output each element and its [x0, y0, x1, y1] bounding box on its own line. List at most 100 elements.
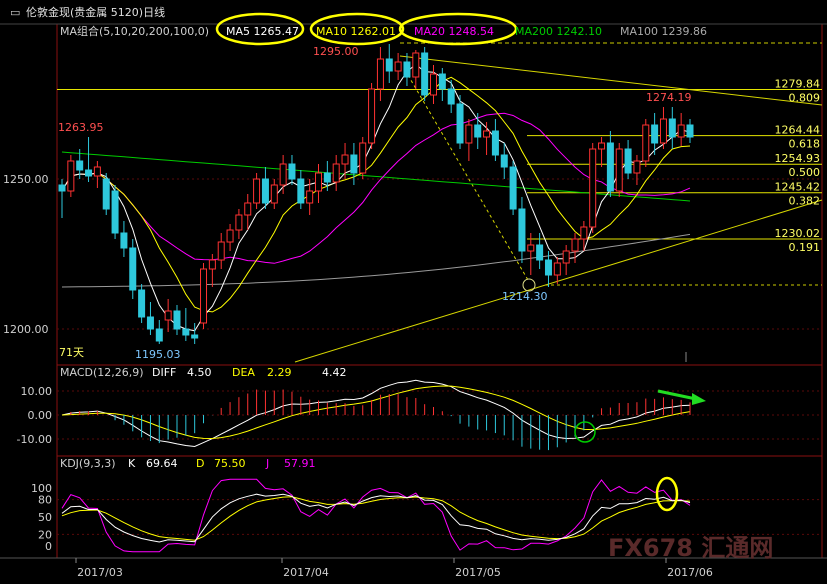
macd-diff-line	[61, 379, 691, 448]
candle-body	[544, 259, 552, 276]
macd-cross-circle	[574, 421, 596, 443]
candle-body	[668, 118, 676, 138]
candle-body	[518, 208, 526, 252]
candle-body	[217, 241, 225, 261]
down-trendline	[399, 55, 823, 106]
fib-price-label: 1264.44	[775, 124, 821, 137]
candle-body	[235, 214, 243, 231]
kdj-d-value: 75.50	[214, 457, 246, 470]
candle-body	[385, 58, 393, 72]
candle-body	[208, 259, 216, 270]
kdj-tick-label: 0	[45, 540, 52, 553]
candle-body	[85, 169, 93, 177]
price-annotation: 1214.30	[502, 290, 548, 303]
candle-body	[164, 310, 172, 321]
candle-body	[191, 334, 199, 339]
candle-body	[146, 316, 154, 330]
fib-price-label: 1254.93	[775, 152, 821, 165]
fib-price-label: 1279.84	[775, 77, 821, 90]
price-tick-label: 1250.00	[3, 173, 49, 186]
candle-body	[120, 232, 128, 249]
up-trendline	[294, 199, 823, 363]
kdj-k-value: 69.64	[146, 457, 178, 470]
kdj-j-value: 57.91	[284, 457, 316, 470]
chart-frame	[0, 23, 827, 559]
kdj-tick-label: 80	[38, 494, 52, 507]
kdj-d-line	[61, 496, 691, 541]
candle-body	[200, 268, 208, 324]
candle-body	[624, 148, 632, 174]
candle-body	[562, 250, 570, 264]
chart-border	[56, 23, 823, 559]
candle-body	[553, 262, 561, 276]
kdj-j-line	[61, 478, 691, 553]
ma200-value: MA200 1242.10	[515, 25, 602, 38]
fib-price-label: 1245.42	[775, 181, 821, 194]
macd-dea-line	[61, 385, 691, 440]
kdj-label: KDJ(9,3,3)	[60, 457, 116, 470]
candle-body	[173, 310, 181, 330]
candle-body	[368, 88, 376, 144]
candle-body	[465, 124, 473, 144]
candle-body	[394, 61, 402, 72]
candle-body	[491, 130, 499, 156]
candle-body	[474, 124, 482, 138]
macd-bar-value: 4.42	[322, 366, 347, 379]
candle-body	[111, 190, 119, 234]
candle-body	[76, 160, 84, 171]
candle-body	[323, 172, 331, 183]
x-axis-label: 2017/03	[77, 566, 123, 579]
candle-body	[261, 178, 269, 204]
candle-body	[138, 289, 146, 318]
macd-diff-label: DIFF	[152, 366, 176, 379]
fib-ratio-label: 0.382	[789, 195, 821, 208]
price-annotation: 1263.95	[58, 121, 104, 134]
price-annotation: 1195.03	[135, 348, 181, 361]
candle-body	[350, 154, 358, 174]
fib-price-label: 1230.02	[775, 227, 821, 240]
fib-ratio-label: 0.500	[789, 166, 821, 179]
kdj-tick-label: 50	[38, 511, 52, 524]
macd-dea-label: DEA	[232, 366, 255, 379]
candle-body	[536, 244, 544, 261]
candle-body	[102, 178, 110, 210]
x-axis-label: 2017/04	[283, 566, 329, 579]
candle-body	[580, 226, 588, 240]
candle-body	[677, 124, 685, 138]
candle-body	[253, 178, 261, 204]
candle-body	[341, 154, 349, 165]
chart-window: 1250.00 1200.00 1279.84 0.809 1264.44 0.618 12…	[0, 0, 827, 584]
ma20-value: MA20 1248.54	[414, 25, 494, 38]
candle-body	[376, 58, 384, 90]
price-tick-label: 1200.00	[3, 323, 49, 336]
candle-body	[155, 328, 163, 342]
candle-body	[182, 328, 190, 336]
candle-body	[279, 163, 287, 186]
chart-title: 伦敦金现(贵金属 5120)日线	[26, 5, 165, 19]
background-layer	[57, 42, 823, 563]
price-chart[interactable]: 1250.001200.001279.840.8091264.440.61812…	[0, 0, 827, 584]
candle-body	[527, 244, 535, 252]
candle-body	[93, 166, 101, 177]
macd-tick-label: 0.00	[28, 409, 53, 422]
macd-dea-value: 2.29	[267, 366, 292, 379]
candle-body	[447, 88, 455, 105]
candle-body	[651, 124, 659, 144]
candle-body	[429, 73, 437, 96]
kdj-d-label: D	[196, 457, 204, 470]
fib-ratio-label: 0.191	[789, 241, 821, 254]
candle-body	[642, 124, 650, 162]
candle-body	[500, 154, 508, 168]
candle-body	[315, 172, 323, 192]
kdj-k-label: K	[128, 457, 136, 470]
candle-body	[606, 142, 614, 192]
candle-body	[483, 130, 491, 138]
candles-layer	[58, 44, 694, 451]
candle-body	[129, 247, 137, 291]
ma10-value: MA10 1262.01	[316, 25, 396, 38]
fib-ratio-label: 0.809	[789, 91, 821, 104]
labels-layer: 1250.001200.001279.840.8091264.440.61812…	[3, 12, 821, 579]
candle-body	[589, 148, 597, 228]
candle-body	[306, 190, 314, 204]
candle-body	[615, 148, 623, 192]
